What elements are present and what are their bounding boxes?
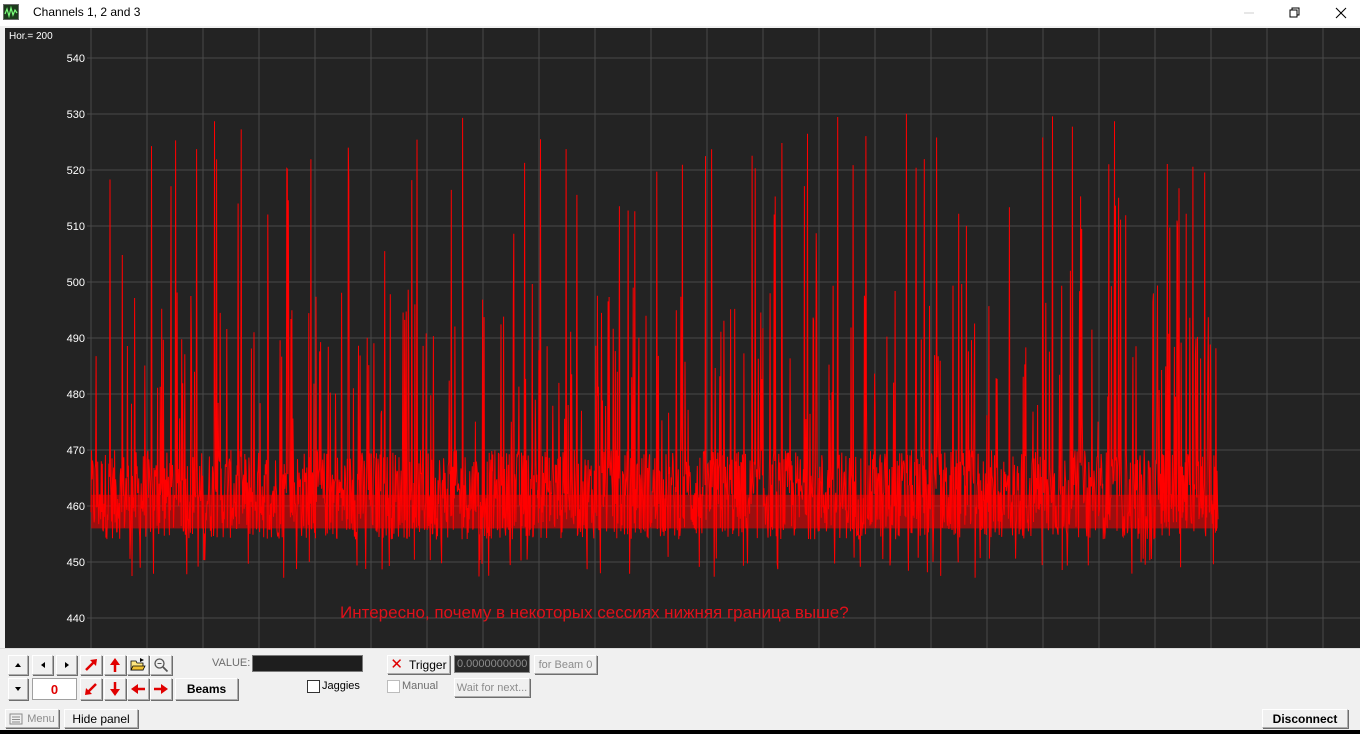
- scroll-down-button[interactable]: [8, 678, 28, 700]
- disconnect-button[interactable]: Disconnect: [1262, 709, 1348, 728]
- menu-icon: [9, 713, 23, 724]
- scroll-down-icon: [15, 687, 21, 691]
- value-display: [252, 655, 363, 672]
- horizontal-scale-label: Hor.= 200: [9, 31, 53, 42]
- restore-icon: [1289, 7, 1300, 18]
- signal-baseline-band: [91, 494, 1218, 529]
- y-tick-label: 470: [67, 445, 85, 457]
- open-folder-icon: [130, 658, 146, 671]
- arrow-left-icon: [131, 684, 145, 694]
- y-tick-label: 540: [67, 53, 85, 65]
- move-left-button[interactable]: [127, 678, 149, 700]
- y-tick-label: 450: [67, 557, 85, 569]
- beams-button[interactable]: Beams: [175, 678, 238, 700]
- arrow-up-icon: [110, 658, 120, 672]
- control-panel: 0 Beams VALUE: Jaggies ✕ Trigger 0.00000…: [0, 648, 1360, 706]
- for-beam-button[interactable]: for Beam 0: [534, 655, 597, 674]
- taskbar-edge: [0, 730, 1360, 734]
- y-tick-label: 440: [67, 613, 85, 625]
- move-right-button[interactable]: [150, 678, 172, 700]
- jaggies-checkbox[interactable]: [307, 680, 320, 693]
- menu-label: Menu: [27, 712, 55, 725]
- oscilloscope-app-icon: [3, 4, 19, 20]
- value-label: VALUE:: [212, 657, 251, 669]
- move-up-right-button[interactable]: [80, 655, 102, 675]
- zoom-button[interactable]: [150, 655, 172, 675]
- manual-label: Manual: [402, 680, 439, 692]
- wait-for-next-label: Wait for next...: [456, 681, 528, 694]
- wait-for-next-button[interactable]: Wait for next...: [454, 678, 530, 697]
- bottom-bar: Menu Hide panel Disconnect: [0, 706, 1360, 730]
- oscilloscope-plot[interactable]: 540 530 520 510 500 490 480 470 460 450 440 Hor.= …: [5, 28, 1360, 648]
- y-tick-label: 480: [67, 389, 85, 401]
- close-icon: [1335, 7, 1347, 19]
- jaggies-label: Jaggies: [322, 680, 360, 692]
- trigger-value-field[interactable]: 0.0000000000: [454, 655, 530, 673]
- trigger-button[interactable]: ✕ Trigger: [387, 655, 450, 674]
- y-tick-label: 530: [67, 109, 85, 121]
- trigger-x-icon: ✕: [390, 656, 403, 673]
- scroll-up-icon: [15, 663, 21, 667]
- hide-panel-button[interactable]: Hide panel: [64, 709, 138, 728]
- arrow-right-icon: [154, 684, 168, 694]
- window-title: Channels 1, 2 and 3: [33, 5, 141, 19]
- plot-canvas: 540 530 520 510 500 490 480 470 460 450 440: [67, 28, 1360, 648]
- y-tick-label: 510: [67, 221, 85, 233]
- step-right-button[interactable]: [56, 655, 77, 675]
- move-down-left-button[interactable]: [80, 678, 102, 700]
- y-tick-label: 520: [67, 165, 85, 177]
- move-up-button[interactable]: [104, 655, 126, 675]
- open-button[interactable]: [127, 655, 149, 675]
- close-button[interactable]: [1318, 0, 1360, 26]
- step-left-icon: [40, 662, 45, 668]
- manual-checkbox[interactable]: [387, 680, 400, 693]
- scroll-up-button[interactable]: [8, 655, 28, 675]
- y-tick-label: 500: [67, 277, 85, 289]
- zoom-icon: [154, 658, 169, 673]
- plot-annotation: Интересно, почему в некоторых сессиях ни…: [340, 603, 849, 622]
- arrow-down-left-icon: [85, 683, 97, 695]
- minimize-button[interactable]: [1226, 0, 1272, 26]
- minimize-icon: [1244, 12, 1254, 14]
- step-right-icon: [64, 662, 69, 668]
- for-beam-label: for Beam 0: [538, 658, 593, 671]
- counter-display: 0: [32, 678, 77, 700]
- restore-button[interactable]: [1272, 0, 1318, 26]
- move-down-button[interactable]: [104, 678, 126, 700]
- title-bar: Channels 1, 2 and 3: [0, 0, 1360, 26]
- y-tick-label: 460: [67, 501, 85, 513]
- menu-button[interactable]: Menu: [5, 709, 59, 728]
- step-left-button[interactable]: [32, 655, 53, 675]
- trigger-label: Trigger: [409, 657, 447, 672]
- arrow-down-icon: [110, 682, 120, 696]
- arrow-up-right-icon: [85, 659, 97, 671]
- y-tick-label: 490: [67, 333, 85, 345]
